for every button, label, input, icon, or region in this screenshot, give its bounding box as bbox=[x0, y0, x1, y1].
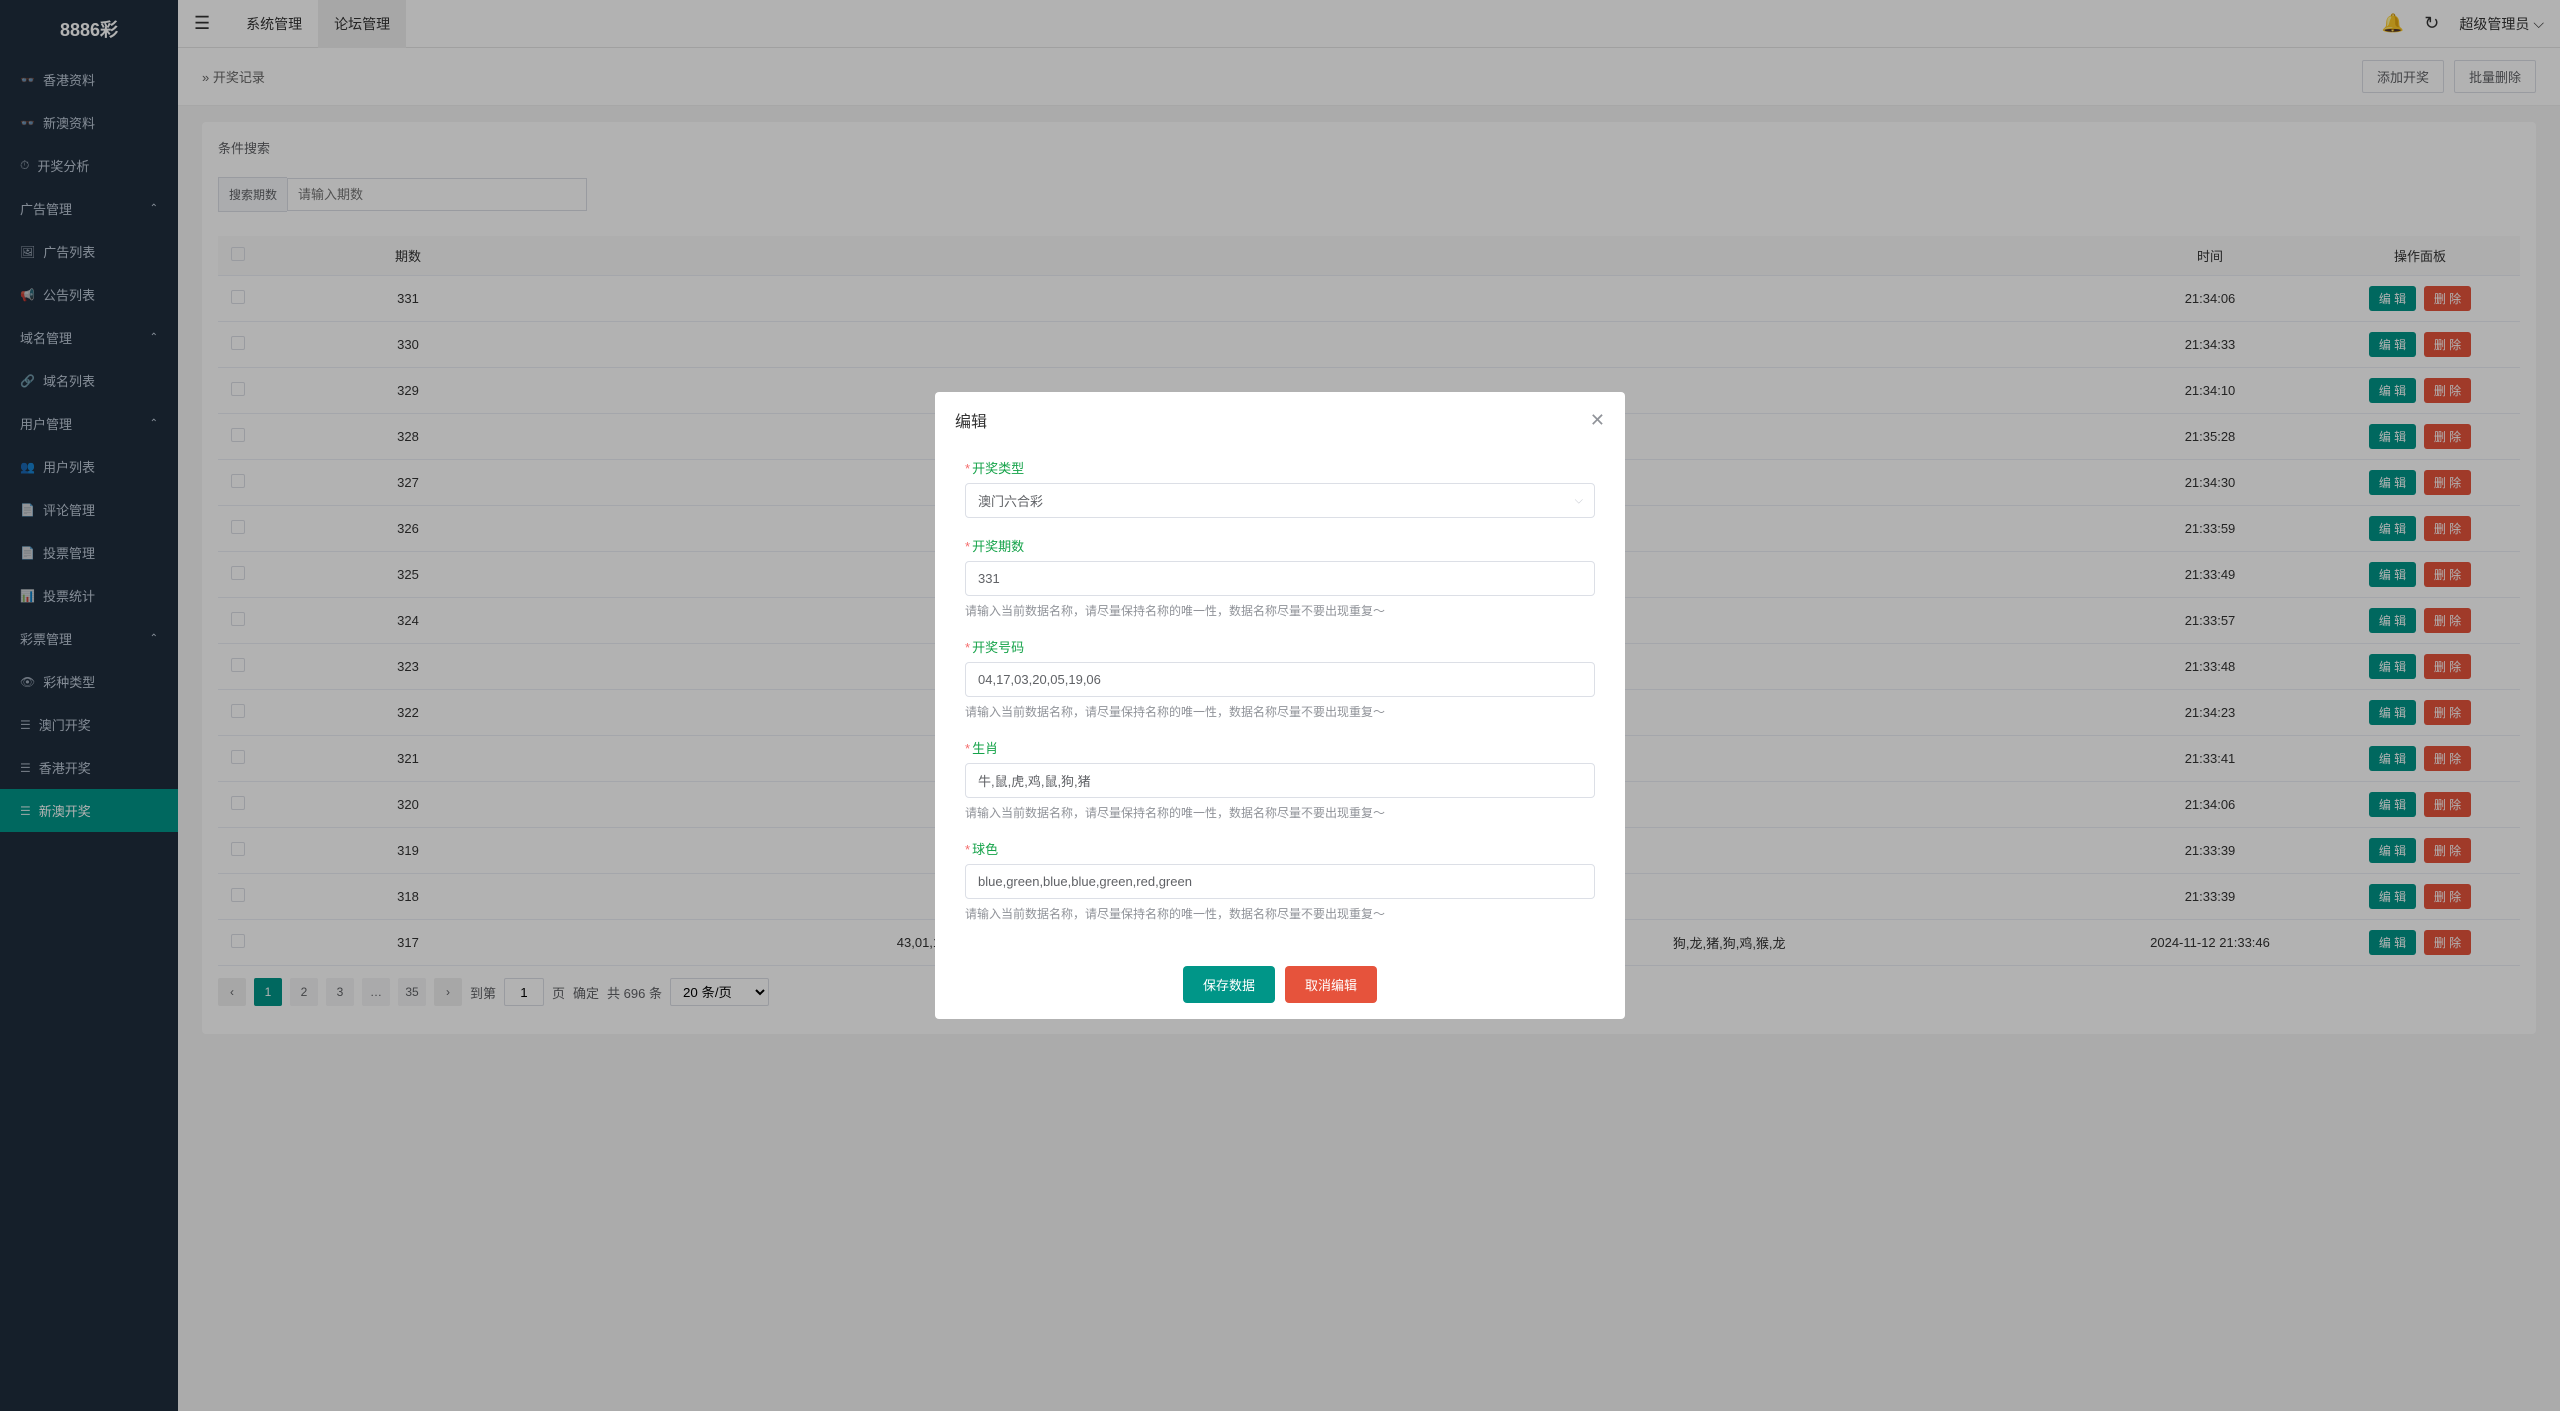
input-period[interactable] bbox=[965, 561, 1595, 596]
hint-color: 请输入当前数据名称，请尽量保持名称的唯一性，数据名称尽量不要出现重复～ bbox=[965, 905, 1595, 922]
input-color[interactable] bbox=[965, 864, 1595, 899]
save-button[interactable]: 保存数据 bbox=[1183, 966, 1275, 1003]
hint-zodiac: 请输入当前数据名称，请尽量保持名称的唯一性，数据名称尽量不要出现重复～ bbox=[965, 804, 1595, 821]
select-type[interactable] bbox=[965, 483, 1595, 518]
modal-overlay[interactable]: 编辑 ✕ *开奖类型 ⌵ *开奖期数 请输入当前数据名称，请尽量保持名称的唯一性… bbox=[0, 0, 2560, 1411]
close-icon[interactable]: ✕ bbox=[1590, 410, 1605, 431]
hint-numbers: 请输入当前数据名称，请尽量保持名称的唯一性，数据名称尽量不要出现重复～ bbox=[965, 703, 1595, 720]
label-zodiac: *生肖 bbox=[965, 738, 1595, 757]
input-numbers[interactable] bbox=[965, 662, 1595, 697]
hint-period: 请输入当前数据名称，请尽量保持名称的唯一性，数据名称尽量不要出现重复～ bbox=[965, 602, 1595, 619]
label-numbers: *开奖号码 bbox=[965, 637, 1595, 656]
label-period: *开奖期数 bbox=[965, 536, 1595, 555]
label-color: *球色 bbox=[965, 839, 1595, 858]
cancel-button[interactable]: 取消编辑 bbox=[1285, 966, 1377, 1003]
edit-modal: 编辑 ✕ *开奖类型 ⌵ *开奖期数 请输入当前数据名称，请尽量保持名称的唯一性… bbox=[935, 392, 1625, 1019]
label-type: *开奖类型 bbox=[965, 458, 1595, 477]
modal-title: 编辑 bbox=[955, 408, 987, 432]
input-zodiac[interactable] bbox=[965, 763, 1595, 798]
